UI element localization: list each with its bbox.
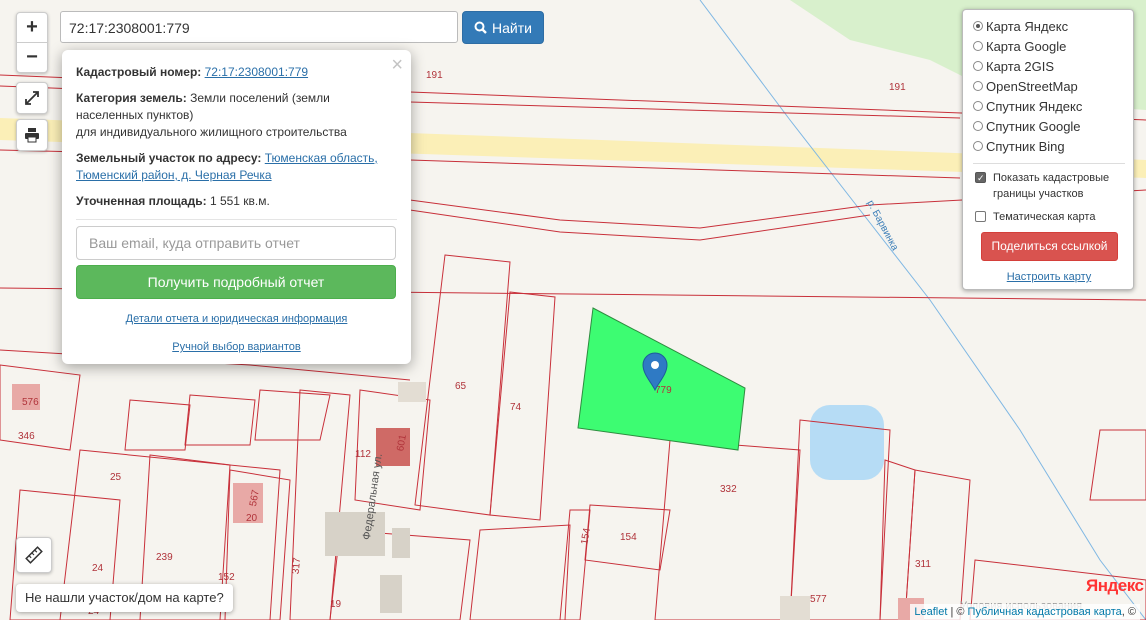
search-button-label: Найти (492, 19, 532, 36)
pkk-link[interactable]: Публичная кадастровая карта (968, 606, 1122, 618)
popup-divider (76, 219, 397, 220)
cadastral-number-row: Кадастровый номер: 72:17:2308001:779 (76, 64, 397, 81)
zoom-out-button[interactable]: − (17, 42, 47, 72)
address-label: Земельный участок по адресу: (76, 151, 262, 165)
layer-label: Спутник Google (986, 118, 1081, 134)
land-usage-value: для индивидуального жилищного строительс… (76, 125, 347, 139)
layer-label: OpenStreetMap (986, 78, 1078, 94)
layer-option-yandex-map[interactable]: Карта Яндекс (973, 16, 1125, 36)
layer-option-2gis-map[interactable]: Карта 2GIS (973, 56, 1125, 76)
parcel-label: 191 (889, 82, 906, 93)
parcel-label: 239 (156, 552, 173, 563)
layers-divider (973, 163, 1125, 164)
parcel-label: 779 (655, 385, 672, 396)
layer-option-osm[interactable]: OpenStreetMap (973, 76, 1125, 96)
attribution-separator: | © (947, 606, 968, 618)
layer-label: Карта 2GIS (986, 58, 1055, 74)
not-found-button[interactable]: Не нашли участок/дом на карте? (16, 584, 233, 612)
share-link-button[interactable]: Поделиться ссылкой (981, 232, 1118, 261)
parcel-label: 65 (455, 381, 467, 392)
building (380, 575, 402, 613)
land-category-row: Категория земель: Земли поселений (земли… (76, 90, 397, 141)
printer-icon (25, 128, 39, 143)
email-input[interactable]: Ваш email, куда отправить отчет (76, 226, 396, 260)
manual-selection-link[interactable]: Ручной выбор вариантов (172, 341, 300, 353)
radio-icon (973, 101, 983, 111)
parcel-label: 20 (246, 513, 258, 524)
report-details-link[interactable]: Детали отчета и юридическая информация (126, 313, 348, 325)
radio-icon (973, 141, 983, 151)
layer-option-google-satellite[interactable]: Спутник Google (973, 116, 1125, 136)
cadastral-number-link[interactable]: 72:17:2308001:779 (205, 65, 308, 79)
pond (810, 405, 884, 480)
configure-map-link[interactable]: Настроить карту (973, 271, 1125, 283)
parcel-label: 24 (92, 563, 104, 574)
zoom-control: + − (16, 12, 48, 73)
layer-label: Карта Яндекс (986, 18, 1069, 34)
parcel-label: 152 (218, 572, 235, 583)
attribution: Leaflet | © Публичная кадастровая карта,… (910, 604, 1140, 620)
close-icon[interactable]: × (391, 54, 403, 77)
leaflet-link[interactable]: Leaflet (914, 606, 947, 618)
building (780, 596, 810, 620)
area-label: Уточненная площадь: (76, 194, 207, 208)
get-report-button[interactable]: Получить подробный отчет (76, 265, 396, 299)
radio-selected-icon (973, 21, 983, 31)
checkbox-icon (975, 211, 986, 222)
parcel-label: 74 (510, 402, 522, 413)
building (325, 512, 385, 556)
cadastral-number-label: Кадастровый номер: (76, 65, 202, 79)
parcel-label: 346 (18, 431, 35, 442)
layer-label: Спутник Яндекс (986, 98, 1083, 114)
checkbox-checked-icon (975, 170, 986, 186)
layer-option-google-map[interactable]: Карта Google (973, 36, 1125, 56)
ruler-icon (25, 546, 43, 564)
show-cadastral-borders-checkbox[interactable]: Показать кадастровые границы участков (973, 170, 1125, 202)
parcel-label: 577 (810, 594, 827, 605)
parcel-label: 112 (355, 449, 371, 460)
parcel-label: 317 (291, 557, 303, 575)
layer-label: Карта Google (986, 38, 1067, 54)
layer-option-bing-satellite[interactable]: Спутник Bing (973, 136, 1125, 156)
building (398, 382, 426, 402)
search-input[interactable]: 72:17:2308001:779 (60, 11, 458, 43)
fullscreen-button[interactable] (16, 82, 48, 114)
parcel-label: 191 (426, 70, 443, 81)
print-button[interactable] (16, 119, 48, 151)
expand-icon (25, 91, 39, 105)
ruler-button[interactable] (16, 537, 52, 573)
radio-icon (973, 41, 983, 51)
layers-panel: Карта Яндекс Карта Google Карта 2GIS Ope… (962, 9, 1134, 290)
search-button[interactable]: Найти (462, 11, 544, 44)
parcel-label: 19 (330, 599, 342, 610)
area-row: Уточненная площадь: 1 551 кв.м. (76, 193, 397, 210)
layer-option-yandex-satellite[interactable]: Спутник Яндекс (973, 96, 1125, 116)
building (392, 528, 410, 558)
zoom-in-button[interactable]: + (17, 13, 47, 42)
area-value: 1 551 кв.м. (209, 194, 270, 208)
radio-icon (973, 121, 983, 131)
land-category-label: Категория земель: (76, 91, 187, 105)
radio-icon (973, 61, 983, 71)
radio-icon (973, 81, 983, 91)
thematic-map-checkbox[interactable]: Тематическая карта (973, 209, 1125, 225)
search-icon (474, 21, 487, 34)
parcel-info-popup: × Кадастровый номер: 72:17:2308001:779 К… (62, 50, 411, 364)
layer-label: Спутник Bing (986, 138, 1065, 154)
parcel-label: 332 (720, 484, 737, 495)
parcel-label: 311 (915, 559, 931, 570)
parcel-label: 25 (110, 472, 122, 483)
yandex-logo[interactable]: Яндекс (1086, 576, 1144, 596)
parcel-label: 154 (620, 532, 637, 543)
parcel-label: 576 (22, 397, 39, 408)
address-row: Земельный участок по адресу: Тюменская о… (76, 150, 397, 184)
checkbox-label: Тематическая карта (993, 211, 1096, 223)
checkbox-label: Показать кадастровые границы участков (993, 172, 1110, 200)
attribution-end: , © (1121, 606, 1136, 618)
yandex-logo-text: Яндекс (1086, 576, 1144, 595)
